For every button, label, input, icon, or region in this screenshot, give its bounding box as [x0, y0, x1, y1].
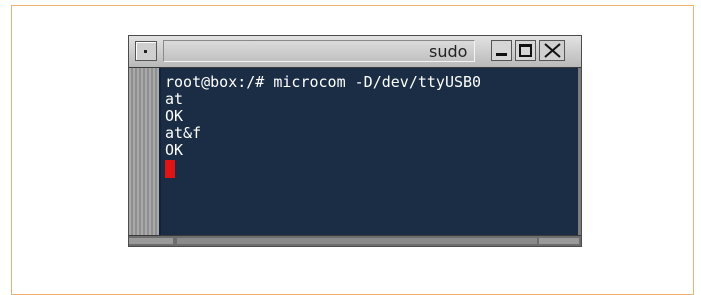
scrollbar[interactable]	[129, 68, 159, 236]
terminal-line: at&f	[165, 124, 202, 142]
terminal-line: at	[165, 90, 184, 108]
horizontal-scrollbar[interactable]	[177, 238, 537, 244]
status-segment	[539, 238, 579, 244]
terminal-line: root@box:/# microcom -D/dev/ttyUSB0	[165, 73, 482, 91]
terminal-window[interactable]: sudo root@box:/# microcom -D/dev/ttyUSB0…	[128, 35, 582, 247]
terminal-line: OK	[165, 107, 184, 125]
cursor-line	[165, 159, 574, 178]
window-menu-icon[interactable]	[135, 41, 157, 61]
window-title: sudo	[429, 42, 468, 61]
close-icon[interactable]	[539, 40, 565, 61]
maximize-icon[interactable]	[515, 40, 536, 61]
terminal-output[interactable]: root@box:/# microcom -D/dev/ttyUSB0 at O…	[159, 68, 578, 236]
minimize-icon[interactable]	[491, 40, 512, 61]
terminal-cursor	[165, 160, 175, 178]
titlebar[interactable]: sudo	[129, 36, 581, 68]
terminal-line: OK	[165, 141, 184, 159]
status-segment	[129, 238, 173, 244]
status-bar	[129, 235, 581, 246]
